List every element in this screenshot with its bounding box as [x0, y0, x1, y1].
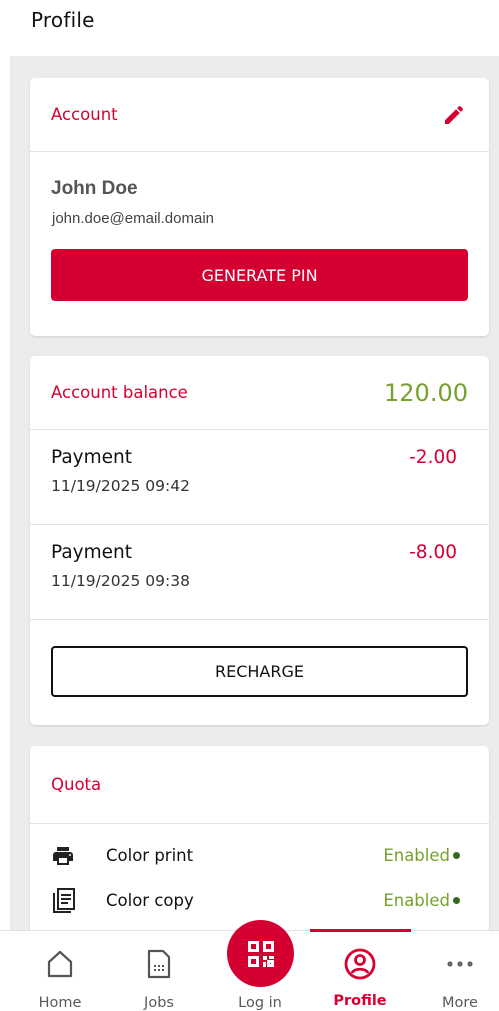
status-dot-icon [453, 852, 460, 859]
balance-amount: 120.00 [384, 378, 468, 407]
nav-label: Profile [333, 993, 387, 1009]
nav-item-more[interactable]: More [420, 931, 499, 1011]
user-name: John Doe [51, 178, 138, 199]
quota-card: Quota Color print Enabled Color copy Ena… [30, 746, 489, 930]
transaction-amount: -2.00 [409, 447, 457, 468]
nav-item-profile[interactable]: Profile [320, 931, 400, 1011]
account-body: John Doe john.doe@email.domain GENERATE … [30, 152, 489, 301]
balance-card-header: Account balance 120.00 [30, 356, 489, 430]
nav-label: Jobs [144, 995, 174, 1011]
jobs-icon [142, 947, 176, 981]
balance-card: Account balance 120.00 Payment -2.00 11/… [30, 356, 489, 725]
transaction-amount: -8.00 [409, 542, 457, 563]
content-area[interactable]: Account John Doe john.doe@email.domain G… [10, 56, 499, 930]
quota-card-title: Quota [51, 775, 102, 794]
transaction-label: Payment [51, 542, 132, 563]
account-card-header: Account [30, 78, 489, 152]
generate-pin-button[interactable]: GENERATE PIN [51, 249, 468, 301]
bottom-nav: Home Jobs Log in Profile More [0, 920, 499, 1011]
home-icon [43, 947, 77, 981]
copy-icon [51, 886, 83, 916]
nav-label: Home [38, 995, 82, 1011]
quota-item-status: Enabled [383, 846, 450, 865]
profile-icon [343, 947, 377, 981]
transaction-row[interactable]: Payment -8.00 11/19/2025 09:38 [30, 525, 489, 620]
page-title: Profile [31, 8, 95, 32]
more-icon [443, 947, 477, 981]
recharge-button[interactable]: RECHARGE [51, 646, 468, 697]
edit-icon[interactable] [440, 101, 468, 129]
account-card-title: Account [51, 105, 118, 124]
quota-item-color-print: Color print Enabled [30, 833, 489, 878]
top-header: Profile [0, 0, 499, 56]
printer-icon [51, 841, 83, 871]
transaction-datetime: 11/19/2025 09:38 [51, 572, 190, 590]
quota-item-label: Color copy [106, 891, 194, 910]
quota-item-status: Enabled [383, 891, 450, 910]
qr-code-icon[interactable] [227, 920, 294, 987]
nav-label: Log in [238, 995, 282, 1011]
transaction-datetime: 11/19/2025 09:42 [51, 477, 190, 495]
transaction-row[interactable]: Payment -2.00 11/19/2025 09:42 [30, 430, 489, 525]
balance-card-title: Account balance [51, 383, 188, 402]
quota-item-color-copy: Color copy Enabled [30, 878, 489, 923]
nav-item-home[interactable]: Home [20, 931, 100, 1011]
account-card: Account John Doe john.doe@email.domain G… [30, 78, 489, 336]
nav-item-jobs[interactable]: Jobs [119, 931, 199, 1011]
quota-card-header: Quota [30, 746, 489, 824]
nav-item-login[interactable]: Log in [220, 920, 300, 1011]
recharge-wrap: RECHARGE [30, 620, 489, 697]
user-email: john.doe@email.domain [52, 210, 214, 227]
quota-item-label: Color print [106, 846, 194, 865]
transaction-label: Payment [51, 447, 132, 468]
nav-label: More [442, 995, 478, 1011]
status-dot-icon [453, 897, 460, 904]
